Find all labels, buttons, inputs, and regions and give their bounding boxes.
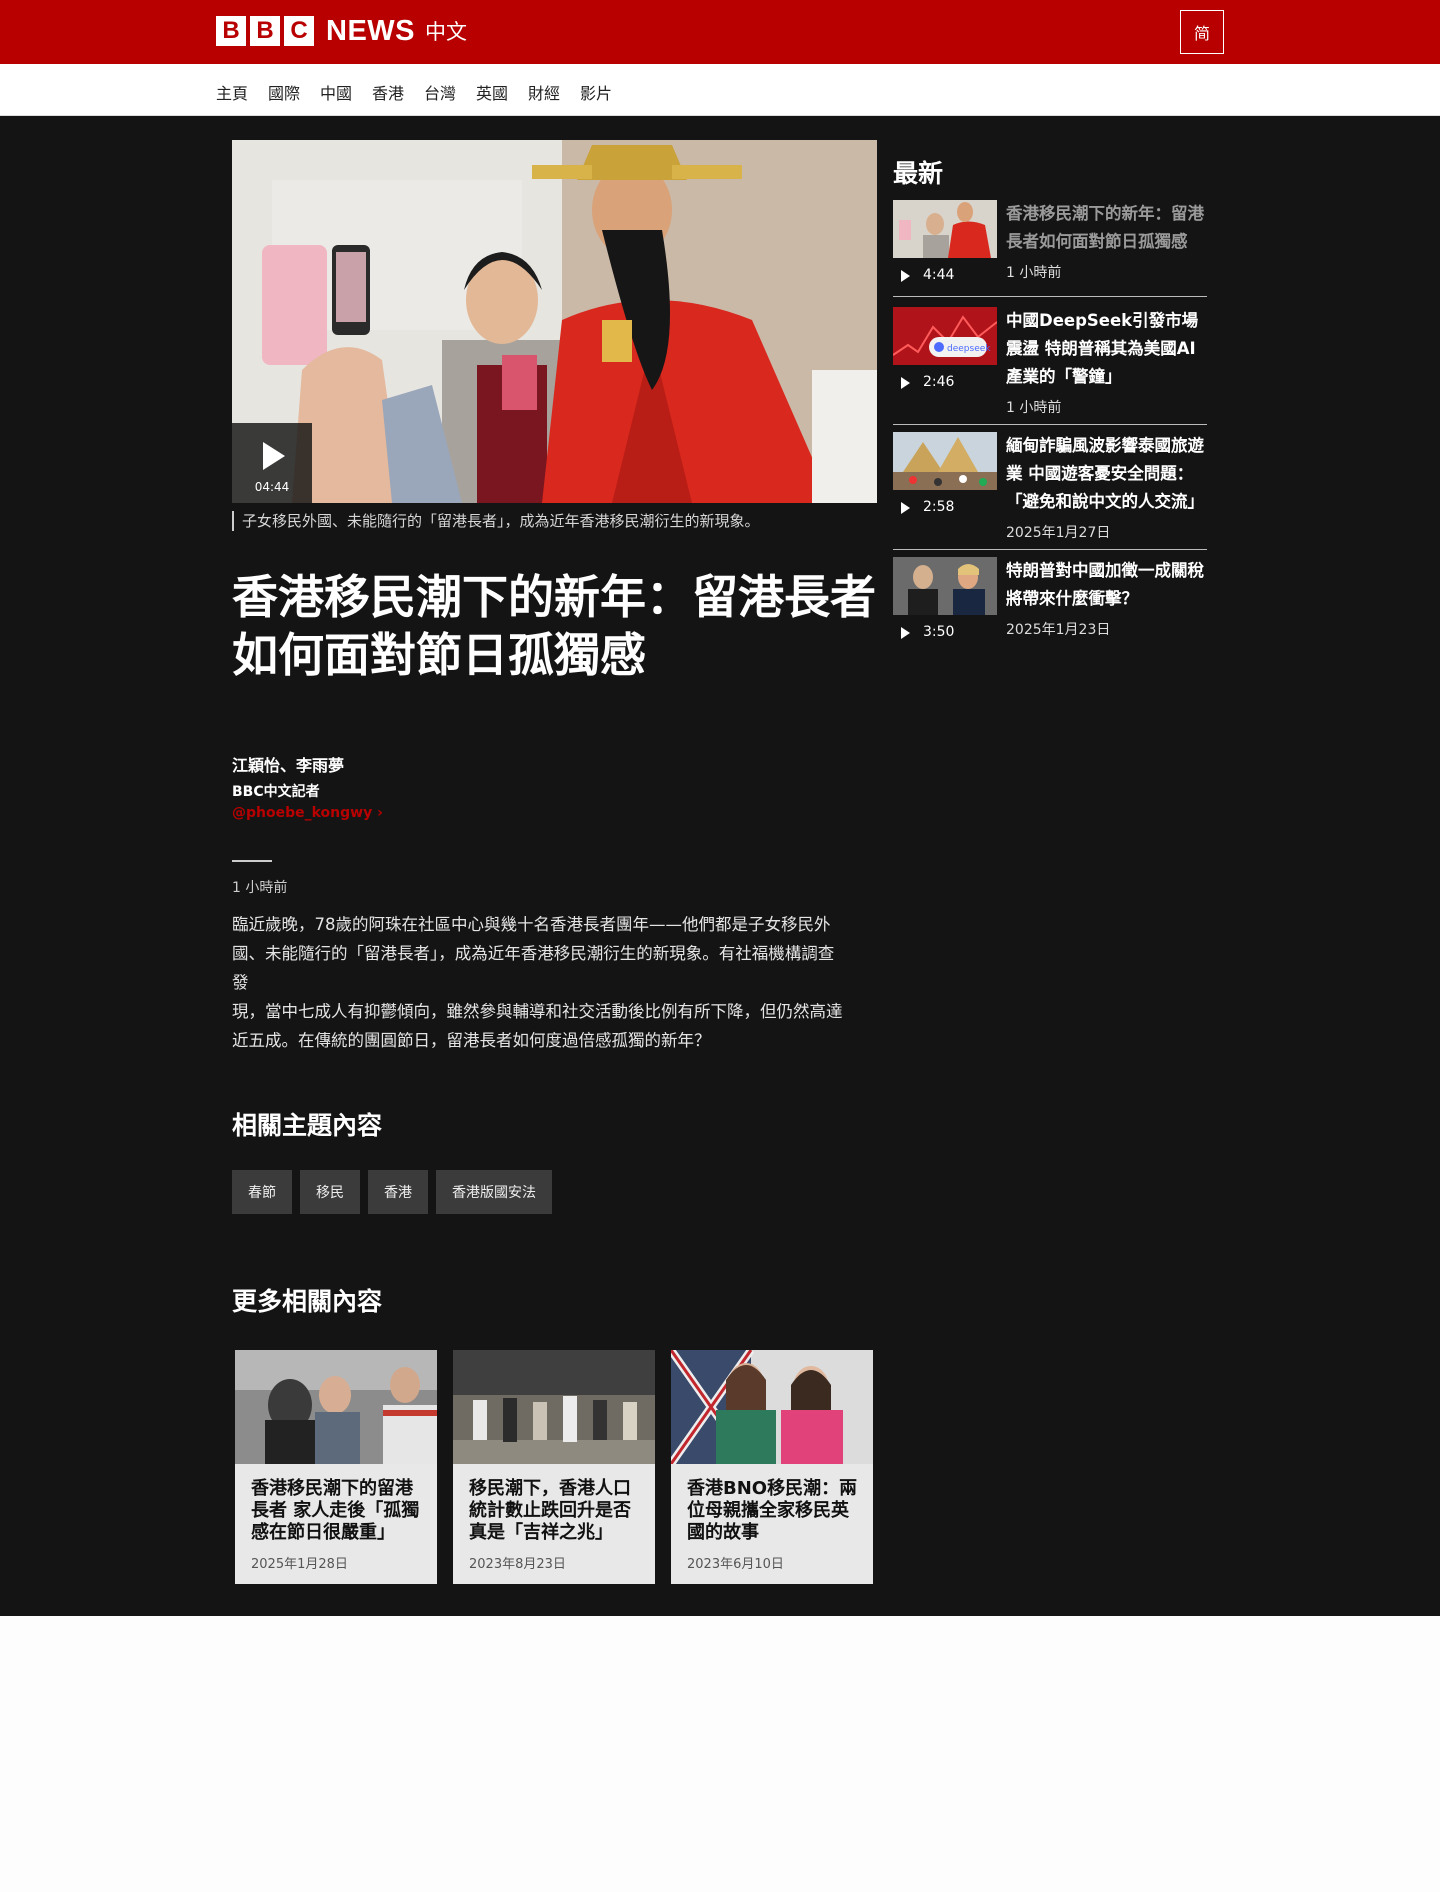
related-card-date: 2023年8月23日 <box>469 1557 566 1572</box>
video-duration: 04:44 <box>254 480 290 494</box>
article-headline: 香港移民潮下的新年：留港長者 如何面對節日孤獨感 <box>232 568 882 684</box>
logo-news-text: NEWS <box>326 14 415 47</box>
related-topics-title: 相關主題內容 <box>232 1111 383 1140</box>
more-related-title: 更多相關內容 <box>232 1287 383 1316</box>
play-icon <box>901 502 910 514</box>
simplified-chinese-toggle-button[interactable]: 简 <box>1180 10 1224 54</box>
bbc-news-logo[interactable]: B B C NEWS 中文 <box>216 15 467 47</box>
author-social-link[interactable]: @phoebe_kongwy › <box>232 805 383 821</box>
related-card[interactable]: 香港移民潮下的留港長者 家人走後「孤獨感在節日很嚴重」 2025年1月28日 <box>235 1350 437 1584</box>
latest-item-title: 中國DeepSeek引發市場震盪 特朗普稱其為美國AI產業的「警鐘」 <box>1006 311 1199 386</box>
body-line: 近五成。在傳統的團圓節日，留港長者如何度過倍感孤獨的新年？ <box>232 1031 711 1050</box>
latest-item[interactable]: 3:50 特朗普對中國加徵一成關稅將帶來什麼衝擊？ 2025年1月23日 <box>893 557 1207 640</box>
hero-illustration <box>232 140 877 503</box>
related-card-date: 2023年6月10日 <box>687 1557 784 1572</box>
logo-letter-b2: B <box>250 16 280 46</box>
related-card-date: 2025年1月28日 <box>251 1557 348 1572</box>
logo-lang-text: 中文 <box>425 20 467 44</box>
body-line: 國、未能隨行的「留港長者」，成為近年香港移民潮衍生的新現象。有社福機構調查發 <box>232 944 835 992</box>
nav-item-finance[interactable]: 財經 <box>528 80 560 104</box>
nav-item-hong-kong[interactable]: 香港 <box>372 80 404 104</box>
author-role: BBC中文記者 <box>232 784 320 800</box>
logo-letter-c: C <box>284 16 314 46</box>
play-icon <box>901 377 910 389</box>
latest-item[interactable]: deepseek 2:46 中國DeepSeek引發市場震盪 特朗普稱其為美國A… <box>893 307 1207 425</box>
hero-caption: 子女移民外國、未能隨行的「留港長者」，成為近年香港移民潮衍生的新現象。 <box>232 511 760 531</box>
top-bar: B B C NEWS 中文 简 <box>0 0 1440 64</box>
latest-item-duration: 3:50 <box>923 624 955 640</box>
related-card-title: 移民潮下，香港人口統計數止跌回升是否真是「吉祥之兆」 <box>469 1478 631 1543</box>
latest-item-time: 2025年1月23日 <box>1006 622 1111 638</box>
related-card-title: 香港移民潮下的留港長者 家人走後「孤獨感在節日很嚴重」 <box>251 1478 420 1543</box>
latest-item-title: 特朗普對中國加徵一成關稅將帶來什麼衝擊？ <box>1006 561 1204 608</box>
hero-video-image[interactable] <box>232 140 877 503</box>
related-card[interactable]: 香港BNO移民潮：兩位母親攜全家移民英國的故事 2023年6月10日 <box>671 1350 873 1584</box>
latest-item-title: 緬甸詐騙風波影響泰國旅遊業 中國遊客憂安全問題：「避免和說中文的人交流」 <box>1006 436 1204 511</box>
topic-tag-national-security-law[interactable]: 香港版國安法 <box>436 1170 552 1214</box>
main-nav: 主頁 國際 中國 香港 台灣 英國 財經 影片 <box>0 64 1440 116</box>
latest-item-title: 香港移民潮下的新年：留港長者如何面對節日孤獨感 <box>1006 204 1204 251</box>
related-card-image <box>671 1350 873 1464</box>
nav-item-international[interactable]: 國際 <box>268 80 300 104</box>
latest-item[interactable]: 4:44 香港移民潮下的新年：留港長者如何面對節日孤獨感 1 小時前 <box>893 200 1207 297</box>
latest-title: 最新 <box>893 159 944 188</box>
related-card[interactable]: 移民潮下，香港人口統計數止跌回升是否真是「吉祥之兆」 2023年8月23日 <box>453 1350 655 1584</box>
related-card-image <box>453 1350 655 1464</box>
author-names: 江穎怡、李雨夢 <box>232 756 345 775</box>
chevron-right-icon: › <box>377 805 383 821</box>
headline-line-2: 如何面對節日孤獨感 <box>232 628 646 682</box>
play-icon <box>901 270 910 282</box>
latest-item-thumbnail <box>893 557 997 615</box>
latest-item-thumbnail <box>893 200 997 258</box>
byline-divider <box>232 860 272 862</box>
deepseek-logo-text: deepseek <box>947 344 991 354</box>
nav-item-china[interactable]: 中國 <box>320 80 352 104</box>
article-timestamp: 1 小時前 <box>232 880 288 896</box>
body-line: 臨近歲晚，78歲的阿珠在社區中心與幾十名香港長者團年——他們都是子女移民外 <box>232 915 831 934</box>
article-body: 臨近歲晚，78歲的阿珠在社區中心與幾十名香港長者團年——他們都是子女移民外 國、… <box>232 910 844 1055</box>
logo-letter-b1: B <box>216 16 246 46</box>
latest-item-duration: 2:58 <box>923 499 955 515</box>
body-line: 現，當中七成人有抑鬱傾向，雖然參與輔導和社交活動後比例有所下降，但仍然高達 <box>232 1002 843 1021</box>
topic-tag-migration[interactable]: 移民 <box>300 1170 360 1214</box>
play-icon <box>901 627 910 639</box>
topic-tag-hong-kong[interactable]: 香港 <box>368 1170 428 1214</box>
video-play-button[interactable]: 04:44 <box>232 423 312 503</box>
nav-item-uk[interactable]: 英國 <box>476 80 508 104</box>
nav-item-video[interactable]: 影片 <box>580 80 612 104</box>
latest-item-time: 1 小時前 <box>1006 400 1062 416</box>
related-card-title: 香港BNO移民潮：兩位母親攜全家移民英國的故事 <box>687 1478 858 1543</box>
latest-item-time: 1 小時前 <box>1006 265 1062 281</box>
play-icon <box>263 442 285 470</box>
related-card-image <box>235 1350 437 1464</box>
latest-item-time: 2025年1月27日 <box>1006 525 1111 541</box>
nav-item-home[interactable]: 主頁 <box>216 80 248 104</box>
headline-line-1: 香港移民潮下的新年：留港長者 <box>232 570 876 624</box>
latest-item-thumbnail: deepseek <box>893 307 997 365</box>
latest-item[interactable]: 2:58 緬甸詐騙風波影響泰國旅遊業 中國遊客憂安全問題：「避免和說中文的人交流… <box>893 432 1207 550</box>
topic-tag-spring-festival[interactable]: 春節 <box>232 1170 292 1214</box>
latest-item-duration: 4:44 <box>923 267 955 283</box>
author-handle: @phoebe_kongwy <box>232 805 373 821</box>
latest-item-duration: 2:46 <box>923 374 955 390</box>
nav-item-taiwan[interactable]: 台灣 <box>424 80 456 104</box>
latest-item-thumbnail <box>893 432 997 490</box>
